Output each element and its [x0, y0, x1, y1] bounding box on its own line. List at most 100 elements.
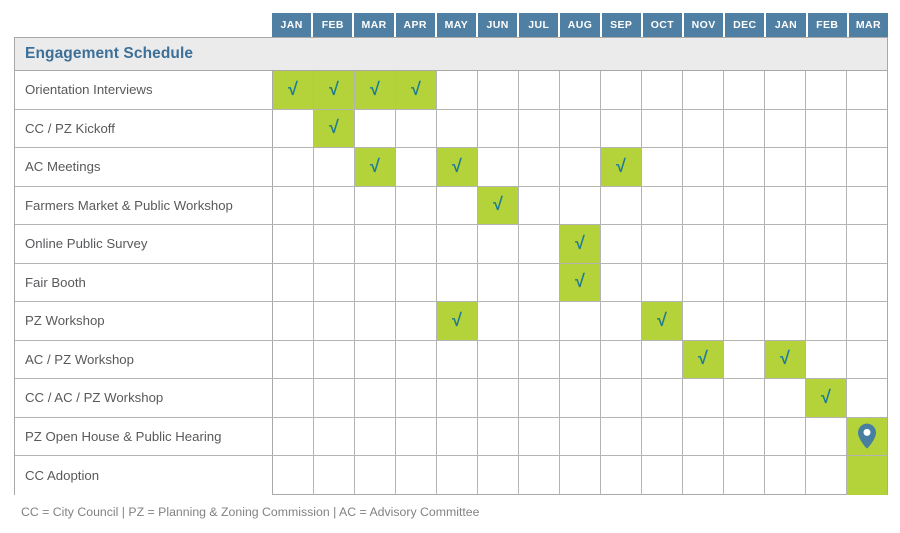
- schedule-cell-empty[interactable]: [396, 148, 437, 186]
- schedule-cell-empty[interactable]: [519, 456, 560, 495]
- schedule-cell-empty[interactable]: [478, 417, 519, 455]
- schedule-cell-empty[interactable]: [396, 302, 437, 340]
- schedule-cell-empty[interactable]: [478, 225, 519, 263]
- schedule-cell-marked[interactable]: √: [437, 302, 478, 340]
- schedule-cell-empty[interactable]: [847, 379, 887, 417]
- schedule-cell-empty[interactable]: [560, 379, 601, 417]
- schedule-cell-empty[interactable]: [724, 109, 765, 147]
- schedule-cell-empty[interactable]: [765, 417, 806, 455]
- schedule-cell-empty[interactable]: [396, 379, 437, 417]
- schedule-cell-empty[interactable]: [273, 148, 314, 186]
- schedule-cell-empty[interactable]: [355, 379, 396, 417]
- schedule-cell-empty[interactable]: [519, 340, 560, 378]
- schedule-cell-empty[interactable]: [273, 456, 314, 495]
- schedule-cell-empty[interactable]: [765, 186, 806, 224]
- schedule-cell-empty[interactable]: [478, 148, 519, 186]
- schedule-cell-empty[interactable]: [314, 417, 355, 455]
- schedule-cell-empty[interactable]: [314, 302, 355, 340]
- schedule-cell-empty[interactable]: [396, 186, 437, 224]
- schedule-cell-empty[interactable]: [724, 379, 765, 417]
- schedule-cell-empty[interactable]: [560, 148, 601, 186]
- schedule-cell-empty[interactable]: [478, 340, 519, 378]
- schedule-cell-empty[interactable]: [273, 417, 314, 455]
- schedule-cell-empty[interactable]: [560, 456, 601, 495]
- schedule-cell-empty[interactable]: [765, 263, 806, 301]
- schedule-cell-empty[interactable]: [478, 302, 519, 340]
- schedule-cell-empty[interactable]: [314, 456, 355, 495]
- schedule-cell-marked[interactable]: √: [273, 71, 314, 109]
- schedule-cell-empty[interactable]: [683, 225, 724, 263]
- schedule-cell-empty[interactable]: [437, 456, 478, 495]
- schedule-cell-empty[interactable]: [314, 186, 355, 224]
- schedule-cell-empty[interactable]: [683, 456, 724, 495]
- schedule-cell-empty[interactable]: [314, 148, 355, 186]
- schedule-cell-empty[interactable]: [437, 109, 478, 147]
- schedule-cell-empty[interactable]: [642, 379, 683, 417]
- schedule-cell-empty[interactable]: [642, 263, 683, 301]
- schedule-cell-empty[interactable]: [601, 225, 642, 263]
- schedule-cell-empty[interactable]: [847, 302, 887, 340]
- schedule-cell-empty[interactable]: [601, 186, 642, 224]
- schedule-cell-empty[interactable]: [519, 417, 560, 455]
- schedule-cell-empty[interactable]: [683, 379, 724, 417]
- schedule-cell-empty[interactable]: [355, 456, 396, 495]
- schedule-cell-empty[interactable]: [765, 456, 806, 495]
- schedule-cell-empty[interactable]: [683, 186, 724, 224]
- schedule-cell-empty[interactable]: [519, 225, 560, 263]
- schedule-cell-empty[interactable]: [847, 264, 887, 302]
- schedule-cell-empty[interactable]: [724, 186, 765, 224]
- schedule-cell-empty[interactable]: [519, 379, 560, 417]
- schedule-cell-empty[interactable]: [437, 417, 478, 455]
- schedule-cell-empty[interactable]: [683, 109, 724, 147]
- schedule-cell-empty[interactable]: [314, 379, 355, 417]
- schedule-cell-empty[interactable]: [601, 417, 642, 455]
- schedule-cell-empty[interactable]: [314, 263, 355, 301]
- schedule-cell-empty[interactable]: [273, 109, 314, 147]
- schedule-cell-empty[interactable]: [765, 148, 806, 186]
- schedule-cell-marked[interactable]: √: [765, 340, 806, 378]
- schedule-cell-empty[interactable]: [478, 456, 519, 495]
- schedule-cell-marked[interactable]: [847, 417, 887, 455]
- schedule-cell-empty[interactable]: [560, 340, 601, 378]
- schedule-cell-empty[interactable]: [806, 109, 847, 147]
- schedule-cell-empty[interactable]: [642, 71, 683, 109]
- schedule-cell-empty[interactable]: [601, 340, 642, 378]
- schedule-cell-empty[interactable]: [437, 379, 478, 417]
- schedule-cell-empty[interactable]: [560, 71, 601, 109]
- schedule-cell-empty[interactable]: [519, 109, 560, 147]
- schedule-cell-empty[interactable]: [396, 340, 437, 378]
- schedule-cell-marked[interactable]: √: [683, 340, 724, 378]
- schedule-cell-empty[interactable]: [478, 109, 519, 147]
- schedule-cell-empty[interactable]: [847, 148, 887, 186]
- schedule-cell-empty[interactable]: [560, 417, 601, 455]
- schedule-cell-empty[interactable]: [724, 148, 765, 186]
- schedule-cell-empty[interactable]: [519, 148, 560, 186]
- schedule-cell-empty[interactable]: [642, 456, 683, 495]
- schedule-cell-empty[interactable]: [355, 417, 396, 455]
- schedule-cell-empty[interactable]: [642, 148, 683, 186]
- schedule-cell-empty[interactable]: [806, 186, 847, 224]
- schedule-cell-empty[interactable]: [806, 340, 847, 378]
- schedule-cell-empty[interactable]: [519, 263, 560, 301]
- schedule-cell-marked[interactable]: √: [642, 302, 683, 340]
- schedule-cell-marked[interactable]: [847, 456, 887, 495]
- schedule-cell-empty[interactable]: [806, 263, 847, 301]
- schedule-cell-empty[interactable]: [642, 225, 683, 263]
- schedule-cell-empty[interactable]: [806, 417, 847, 455]
- schedule-cell-empty[interactable]: [396, 225, 437, 263]
- schedule-cell-empty[interactable]: [806, 302, 847, 340]
- schedule-cell-marked[interactable]: √: [560, 263, 601, 301]
- schedule-cell-empty[interactable]: [806, 71, 847, 109]
- schedule-cell-empty[interactable]: [396, 417, 437, 455]
- schedule-cell-empty[interactable]: [437, 71, 478, 109]
- schedule-cell-empty[interactable]: [847, 110, 887, 148]
- schedule-cell-empty[interactable]: [683, 417, 724, 455]
- schedule-cell-empty[interactable]: [601, 109, 642, 147]
- schedule-cell-empty[interactable]: [355, 225, 396, 263]
- schedule-cell-empty[interactable]: [683, 148, 724, 186]
- schedule-cell-empty[interactable]: [560, 109, 601, 147]
- schedule-cell-marked[interactable]: √: [560, 225, 601, 263]
- schedule-cell-empty[interactable]: [560, 302, 601, 340]
- schedule-cell-empty[interactable]: [396, 456, 437, 495]
- schedule-cell-empty[interactable]: [806, 456, 847, 495]
